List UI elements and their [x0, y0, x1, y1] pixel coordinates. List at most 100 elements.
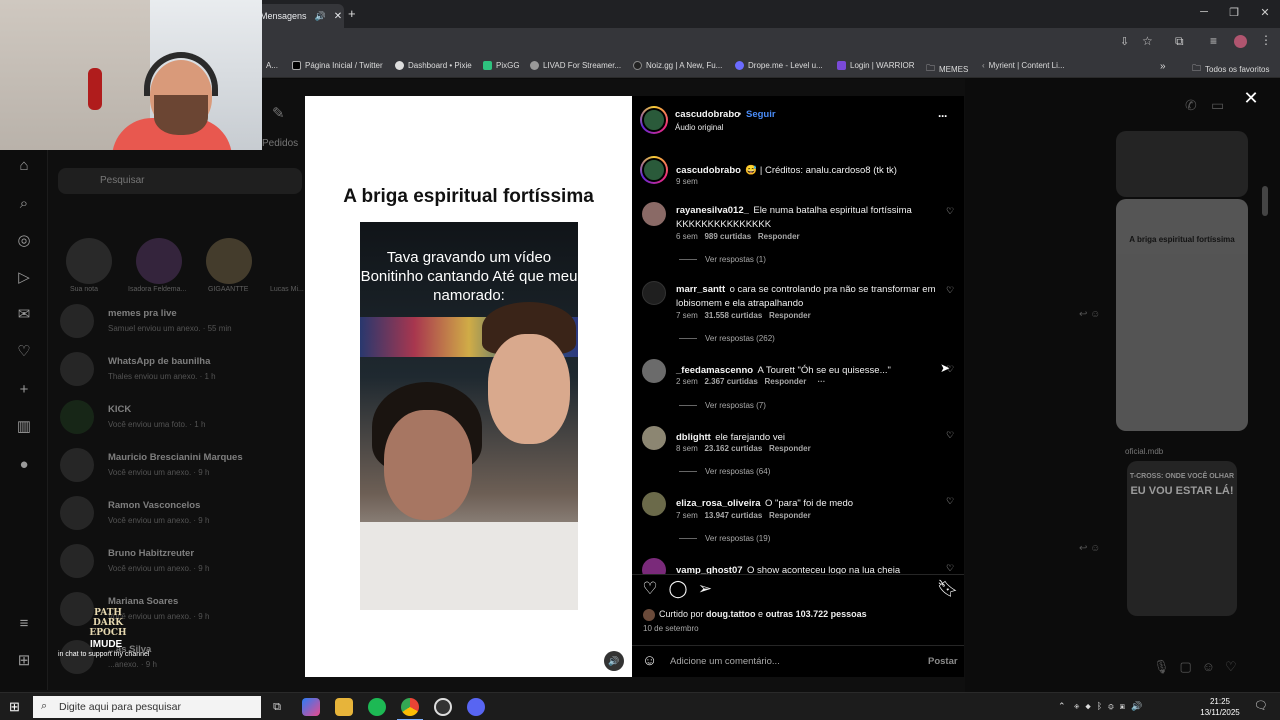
bookmarks-overflow-icon[interactable]: » — [1160, 61, 1166, 72]
comment-icon[interactable]: ◯ — [668, 579, 688, 599]
bookmark-item[interactable]: LIVAD For Streamer... — [530, 61, 621, 70]
tray-overflow-icon[interactable]: ⌃ — [1058, 701, 1066, 712]
comment-username[interactable]: dblightt — [676, 432, 711, 443]
comment-likes[interactable]: 23.162 curtidas — [704, 444, 762, 453]
windows-start-icon[interactable]: ⊞ — [9, 699, 20, 715]
file-explorer-icon[interactable] — [335, 698, 353, 716]
media-controls-icon[interactable]: ≡ — [1210, 34, 1217, 48]
restore-icon[interactable]: ❐ — [1225, 6, 1243, 19]
comment: _feedamascenno A Tourett "Óh se eu quise… — [676, 360, 936, 378]
like-comment-icon[interactable]: ♡ — [946, 285, 954, 296]
tab-audio-icon[interactable]: 🔊 — [315, 11, 326, 22]
browser-tab-messages[interactable]: Mensagens 🔊 ✕ — [252, 4, 344, 28]
obs-icon[interactable] — [434, 698, 452, 716]
spotify-icon[interactable] — [368, 698, 386, 716]
minimize-icon[interactable]: ─ — [1195, 6, 1213, 18]
liked-by-user[interactable]: doug.tattoo — [706, 609, 755, 619]
caption-username[interactable]: cascudobrabo — [676, 165, 741, 176]
comment-username[interactable]: eliza_rosa_oliveira — [676, 498, 761, 509]
view-replies-button[interactable]: Ver respostas (262) — [679, 334, 775, 343]
bookmark-item[interactable]: PixGG — [483, 61, 520, 70]
comment-partial-row: vamp_ghost07 O show aconteceu logo na lu… — [632, 556, 964, 574]
bookmark-item[interactable]: A... — [266, 61, 278, 70]
audio-toggle-icon[interactable]: 🔊 — [604, 651, 624, 671]
liked-by-avatar[interactable] — [643, 609, 655, 621]
view-replies-button[interactable]: Ver respostas (1) — [679, 255, 766, 264]
tray-icons[interactable]: ◈◆ᛒ⚙▣🔊 — [1074, 701, 1148, 712]
author-avatar[interactable] — [640, 106, 668, 134]
commenter-avatar[interactable] — [642, 359, 666, 383]
commenter-avatar[interactable] — [642, 202, 666, 226]
view-replies-button[interactable]: Ver respostas (7) — [679, 401, 766, 410]
bookmark-star-icon[interactable]: ☆ — [1142, 34, 1153, 48]
like-comment-icon[interactable]: ♡ — [946, 430, 954, 441]
chrome-icon[interactable] — [401, 698, 419, 716]
save-icon[interactable]: 🔖︎ — [937, 579, 959, 599]
discord-icon[interactable] — [467, 698, 485, 716]
like-comment-icon[interactable]: ♡ — [946, 563, 954, 574]
all-bookmarks-folder[interactable]: 🗀 Todos os favoritos — [1192, 61, 1270, 77]
warrior-icon — [837, 61, 846, 70]
share-icon[interactable]: ➢ — [695, 579, 715, 599]
view-replies-button[interactable]: Ver respostas (19) — [679, 534, 770, 543]
comment-likes[interactable]: 989 curtidas — [704, 232, 751, 241]
commenter-avatar[interactable] — [642, 426, 666, 450]
reel-title: A briga espiritual fortíssima — [343, 186, 594, 207]
notifications-icon[interactable]: 🗨 — [1254, 699, 1268, 712]
reply-button[interactable]: Responder — [758, 232, 800, 241]
bookmark-item[interactable]: Drope.me - Level u... — [735, 61, 823, 70]
reply-button[interactable]: Responder — [769, 311, 811, 320]
commenter-avatar[interactable] — [642, 558, 666, 574]
install-app-icon[interactable]: ⇩ — [1120, 35, 1129, 48]
bookmark-item[interactable]: Noiz.gg | A New, Fu... — [633, 61, 722, 70]
task-view-icon[interactable]: ⧉ — [268, 698, 286, 716]
reply-icon: ↩ ☺ — [1079, 543, 1101, 554]
bookmark-item[interactable]: Login | WARRIOR — [837, 61, 914, 70]
bookmark-folder[interactable]: 🗀 MEMES — [926, 61, 968, 77]
commenter-avatar[interactable] — [642, 492, 666, 516]
comment-likes[interactable]: 2.367 curtidas — [704, 377, 757, 386]
reel-video[interactable]: Tava gravando um vídeo Bonitinho cantand… — [360, 222, 578, 610]
reply-button[interactable]: Responder — [769, 444, 811, 453]
audio-label[interactable]: Áudio original — [675, 123, 723, 132]
comment-meta: 2 sem 2.367 curtidas Responder ··· — [676, 377, 825, 386]
author-username[interactable]: cascudobrabo — [675, 109, 740, 120]
tab-close-icon[interactable]: ✕ — [334, 11, 342, 22]
page-scrollbar[interactable] — [1262, 186, 1268, 216]
liked-by-others[interactable]: outras 103.722 pessoas — [766, 609, 867, 619]
extensions-icon[interactable]: ⧉ — [1175, 34, 1184, 49]
note-avatar — [136, 238, 182, 284]
bookmark-label: MEMES — [939, 64, 969, 74]
emoji-icon[interactable]: ☺ — [642, 652, 657, 669]
clock[interactable]: 21:25 13/11/2025 — [1196, 696, 1244, 718]
caption-avatar[interactable] — [640, 156, 668, 184]
browser-menu-icon[interactable]: ⋮ — [1260, 33, 1272, 47]
like-comment-icon[interactable]: ♡ — [946, 496, 954, 507]
comment-options-icon[interactable]: ··· — [817, 377, 825, 386]
like-comment-icon[interactable]: ♡ — [946, 206, 954, 217]
reply-button[interactable]: Responder — [765, 377, 807, 386]
bookmark-item[interactable]: Dashboard • Pixie — [395, 61, 472, 70]
more-options-icon[interactable]: ··· — [938, 109, 948, 123]
post-comment-button[interactable]: Postar — [928, 656, 958, 667]
reply-button[interactable]: Responder — [769, 511, 811, 520]
profile-avatar[interactable] — [1234, 35, 1247, 48]
comment-username[interactable]: vamp_ghost07 — [676, 565, 743, 574]
comment-likes[interactable]: 13.947 curtidas — [704, 511, 762, 520]
like-icon[interactable]: ♡ — [640, 579, 660, 599]
commenter-avatar[interactable] — [642, 281, 666, 305]
comment-username[interactable]: marr_santt — [676, 284, 725, 295]
follow-button[interactable]: Seguir — [746, 109, 776, 120]
bookmark-item[interactable]: ‹ Myrient | Content Li... — [982, 61, 1065, 70]
bookmark-item[interactable]: Página Inicial / Twitter — [292, 61, 383, 70]
comment-username[interactable]: rayanesilva012_ — [676, 205, 749, 216]
comment-username[interactable]: _feedamascenno — [676, 365, 753, 376]
close-icon[interactable]: ✕ — [1242, 89, 1260, 107]
taskbar-search-input[interactable]: ⌕ Digite aqui para pesquisar — [33, 696, 261, 718]
comment-likes[interactable]: 31.558 curtidas — [704, 311, 762, 320]
window-close-icon[interactable]: ✕ — [1256, 6, 1274, 19]
copilot-icon[interactable] — [302, 698, 320, 716]
view-replies-button[interactable]: Ver respostas (64) — [679, 467, 770, 476]
new-tab-icon[interactable]: + — [348, 6, 356, 21]
comment-input[interactable]: Adicione um comentário... — [670, 656, 780, 667]
